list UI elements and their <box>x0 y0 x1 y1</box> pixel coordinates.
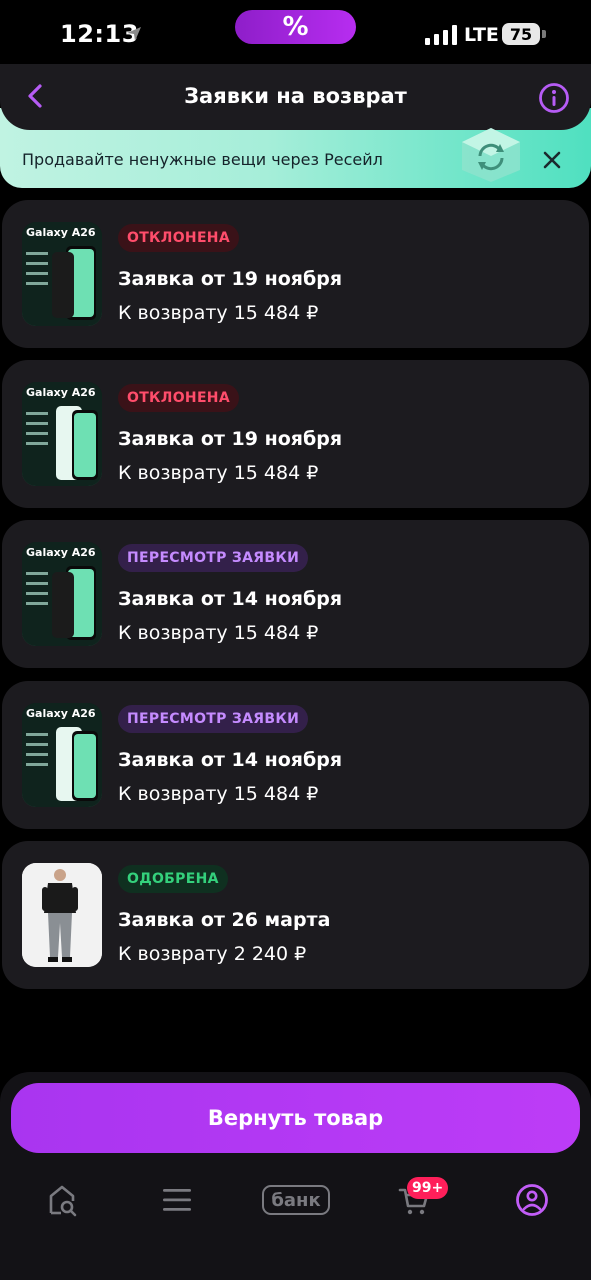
header-area: Заявки на возврат Продавайте ненужные ве… <box>0 64 591 188</box>
refund-amount: К возврату 2 240 ₽ <box>118 943 307 965</box>
close-icon[interactable] <box>540 148 564 172</box>
refund-amount: К возврату 15 484 ₽ <box>118 783 319 805</box>
return-card[interactable]: Galaxy A26 ОТКЛОНЕНА Заявка от 19 ноября… <box>2 200 589 348</box>
bank-label: банк <box>262 1185 330 1215</box>
menu-icon <box>163 1189 191 1211</box>
return-card[interactable]: Galaxy A26 ПЕРЕСМОТР ЗАЯВКИ Заявка от 14… <box>2 681 589 829</box>
status-badge: ОТКЛОНЕНА <box>118 384 239 412</box>
status-bar: 12:13 % LTE 75 <box>0 0 591 64</box>
status-badge: ОТКЛОНЕНА <box>118 224 239 252</box>
product-label: Galaxy A26 <box>26 226 96 239</box>
tab-home[interactable] <box>40 1176 84 1224</box>
tab-profile[interactable] <box>510 1176 554 1224</box>
tab-catalog[interactable] <box>155 1176 199 1224</box>
battery-indicator: 75 <box>502 23 540 45</box>
island-label: % <box>282 12 309 42</box>
info-circle-icon[interactable] <box>538 82 570 114</box>
refund-amount: К возврату 15 484 ₽ <box>118 462 319 484</box>
status-badge: ПЕРЕСМОТР ЗАЯВКИ <box>118 544 309 572</box>
location-arrow-icon <box>127 27 141 41</box>
battery-tip <box>542 30 546 38</box>
return-item-button[interactable]: Вернуть товар <box>11 1083 580 1153</box>
top-bar: Заявки на возврат <box>0 64 591 130</box>
profile-icon <box>516 1184 548 1216</box>
product-label: Galaxy A26 <box>26 546 96 559</box>
status-badge: ПЕРЕСМОТР ЗАЯВКИ <box>118 705 309 733</box>
refund-amount: К возврату 15 484 ₽ <box>118 302 319 324</box>
recycle-box-icon <box>462 128 520 182</box>
request-title: Заявка от 14 ноября <box>118 749 343 771</box>
page-title: Заявки на возврат <box>184 84 407 108</box>
return-card[interactable]: Galaxy A26 ОТКЛОНЕНА Заявка от 19 ноября… <box>2 360 589 508</box>
dynamic-island: % <box>235 10 356 44</box>
return-card[interactable]: ОДОБРЕНА Заявка от 26 марта К возврату 2… <box>2 841 589 989</box>
product-thumbnail <box>22 863 102 967</box>
request-title: Заявка от 19 ноября <box>118 428 343 450</box>
return-card[interactable]: Galaxy A26 ПЕРЕСМОТР ЗАЯВКИ Заявка от 14… <box>2 520 589 668</box>
request-title: Заявка от 26 марта <box>118 909 331 931</box>
banner-text: Продавайте ненужные вещи через Ресейл <box>22 150 383 169</box>
home-search-icon <box>49 1185 77 1217</box>
tab-bank[interactable]: банк <box>260 1176 332 1224</box>
request-title: Заявка от 19 ноября <box>118 268 343 290</box>
product-label: Galaxy A26 <box>26 707 96 720</box>
request-title: Заявка от 14 ноября <box>118 588 343 610</box>
cart-count-badge: 99+ <box>407 1177 449 1199</box>
product-label: Galaxy A26 <box>26 386 96 399</box>
signal-icon <box>425 25 457 45</box>
status-badge: ОДОБРЕНА <box>118 865 228 893</box>
refund-amount: К возврату 15 484 ₽ <box>118 622 319 644</box>
network-type: LTE <box>464 24 499 46</box>
